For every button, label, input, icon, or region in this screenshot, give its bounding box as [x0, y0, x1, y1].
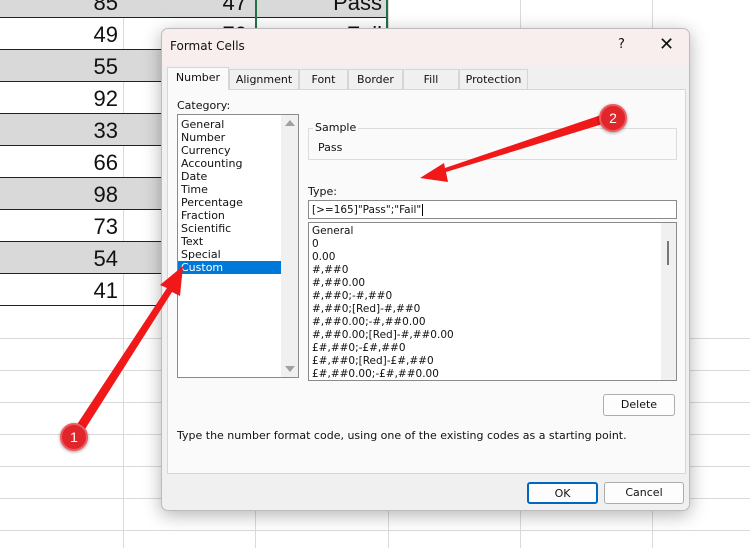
- annotation-arrows: [72, 114, 606, 437]
- tab-number[interactable]: Number: [167, 67, 229, 90]
- arrow-2: [420, 114, 606, 182]
- step-badge-2: 2: [599, 104, 627, 132]
- step-badge-1: 1: [60, 423, 88, 451]
- arrow-1: [72, 266, 183, 437]
